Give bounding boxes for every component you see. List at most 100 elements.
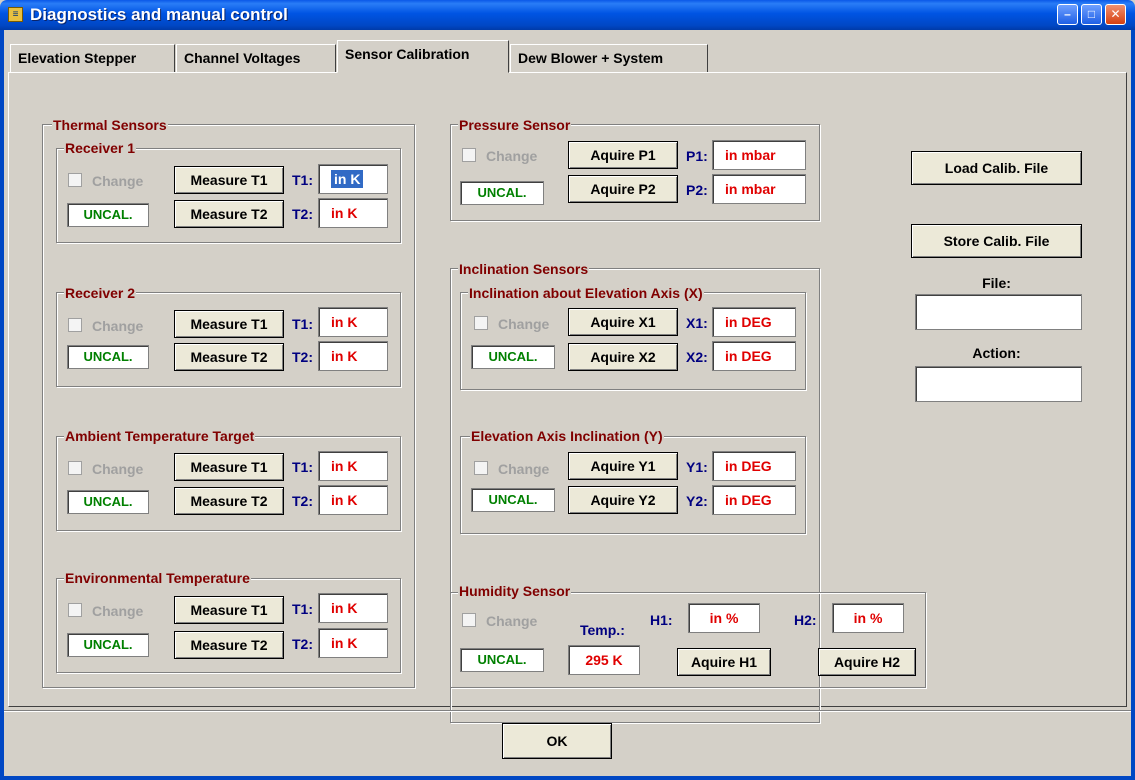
status-badge: UNCAL.: [67, 490, 149, 514]
change-checkbox[interactable]: [68, 173, 82, 187]
action-field[interactable]: [915, 366, 1082, 402]
change-checkbox[interactable]: [68, 461, 82, 475]
t1-value-field[interactable]: in K: [318, 451, 388, 481]
window-frame-left: [0, 30, 4, 780]
measure-t2-button[interactable]: Measure T2: [174, 200, 284, 228]
h1-value-field[interactable]: in %: [688, 603, 760, 633]
minimize-icon[interactable]: –: [1057, 4, 1078, 25]
change-checkbox[interactable]: [474, 316, 488, 330]
inclination-y-title: Elevation Axis Inclination (Y): [470, 428, 664, 444]
store-calib-file-button[interactable]: Store Calib. File: [911, 224, 1082, 258]
bottom-separator: [4, 710, 1131, 712]
h2-label: H2:: [794, 612, 817, 628]
t2-label: T2:: [292, 636, 313, 652]
t2-value-field[interactable]: in K: [318, 198, 388, 228]
temp-value-field[interactable]: 295 K: [568, 645, 640, 675]
status-badge: UNCAL.: [471, 345, 555, 369]
y1-label: Y1:: [686, 459, 708, 475]
t1-label: T1:: [292, 316, 313, 332]
close-icon[interactable]: ✕: [1105, 4, 1126, 25]
measure-t1-button[interactable]: Measure T1: [174, 453, 284, 481]
window-title: Diagnostics and manual control: [30, 5, 288, 24]
t2-label: T2:: [292, 206, 313, 222]
measure-t1-button[interactable]: Measure T1: [174, 310, 284, 338]
tab-dew-blower-system[interactable]: Dew Blower + System: [510, 44, 708, 72]
humidity-sensor-title: Humidity Sensor: [458, 583, 572, 599]
status-badge: UNCAL.: [460, 181, 544, 205]
status-badge: UNCAL.: [471, 488, 555, 512]
status-badge: UNCAL.: [67, 633, 149, 657]
file-label: File:: [982, 275, 1011, 291]
measure-t1-button[interactable]: Measure T1: [174, 166, 284, 194]
change-label: Change: [92, 173, 144, 189]
t1-value-field[interactable]: in K: [318, 307, 388, 337]
change-label: Change: [498, 316, 550, 332]
app-logo-icon: ≡: [8, 7, 23, 22]
t1-label: T1:: [292, 459, 313, 475]
status-badge: UNCAL.: [460, 648, 544, 672]
temp-label: Temp.:: [580, 622, 625, 638]
aquire-h2-button[interactable]: Aquire H2: [818, 648, 916, 676]
inclination-sensors-title: Inclination Sensors: [458, 261, 590, 277]
t2-value-field[interactable]: in K: [318, 341, 388, 371]
ambient-temperature-title: Ambient Temperature Target: [64, 428, 256, 444]
y1-value-field[interactable]: in DEG: [712, 451, 796, 481]
title-bar: ≡ Diagnostics and manual control – □ ✕: [0, 0, 1135, 30]
inclination-x-title: Inclination about Elevation Axis (X): [468, 285, 704, 301]
aquire-p1-button[interactable]: Aquire P1: [568, 141, 678, 169]
t2-label: T2:: [292, 493, 313, 509]
change-checkbox[interactable]: [68, 603, 82, 617]
x2-value-field[interactable]: in DEG: [712, 341, 796, 371]
y2-label: Y2:: [686, 493, 708, 509]
change-label: Change: [92, 461, 144, 477]
aquire-y2-button[interactable]: Aquire Y2: [568, 486, 678, 514]
p2-value-field[interactable]: in mbar: [712, 174, 806, 204]
p1-value-field[interactable]: in mbar: [712, 140, 806, 170]
aquire-y1-button[interactable]: Aquire Y1: [568, 452, 678, 480]
ok-button[interactable]: OK: [502, 723, 612, 759]
file-field[interactable]: [915, 294, 1082, 330]
window-frame-bottom: [0, 776, 1135, 780]
aquire-x1-button[interactable]: Aquire X1: [568, 308, 678, 336]
t1-value-field[interactable]: in K: [318, 593, 388, 623]
change-checkbox[interactable]: [474, 461, 488, 475]
change-label: Change: [92, 603, 144, 619]
change-checkbox[interactable]: [462, 613, 476, 627]
load-calib-file-button[interactable]: Load Calib. File: [911, 151, 1082, 185]
tab-elevation-stepper[interactable]: Elevation Stepper: [10, 44, 175, 72]
measure-t2-button[interactable]: Measure T2: [174, 631, 284, 659]
thermal-sensors-title: Thermal Sensors: [52, 117, 168, 133]
tab-channel-voltages[interactable]: Channel Voltages: [176, 44, 336, 72]
p2-label: P2:: [686, 182, 708, 198]
t2-value-field[interactable]: in K: [318, 485, 388, 515]
tab-sensor-calibration[interactable]: Sensor Calibration: [337, 40, 509, 73]
change-label: Change: [486, 148, 538, 164]
t2-value-field[interactable]: in K: [318, 628, 388, 658]
action-label: Action:: [972, 345, 1021, 361]
measure-t2-button[interactable]: Measure T2: [174, 343, 284, 371]
x1-value-field[interactable]: in DEG: [712, 307, 796, 337]
status-badge: UNCAL.: [67, 345, 149, 369]
maximize-icon[interactable]: □: [1081, 4, 1102, 25]
t1-value-text: in K: [331, 170, 364, 188]
receiver-1-group: [56, 148, 401, 243]
y2-value-field[interactable]: in DEG: [712, 485, 796, 515]
environmental-temperature-title: Environmental Temperature: [64, 570, 251, 586]
measure-t1-button[interactable]: Measure T1: [174, 596, 284, 624]
receiver-1-title: Receiver 1: [64, 140, 137, 156]
p1-label: P1:: [686, 148, 708, 164]
receiver-2-title: Receiver 2: [64, 285, 137, 301]
t1-label: T1:: [292, 172, 313, 188]
change-checkbox[interactable]: [462, 148, 476, 162]
aquire-x2-button[interactable]: Aquire X2: [568, 343, 678, 371]
t1-value-field[interactable]: in K: [318, 164, 388, 194]
t2-label: T2:: [292, 349, 313, 365]
change-checkbox[interactable]: [68, 318, 82, 332]
change-label: Change: [498, 461, 550, 477]
aquire-h1-button[interactable]: Aquire H1: [677, 648, 771, 676]
aquire-p2-button[interactable]: Aquire P2: [568, 175, 678, 203]
h2-value-field[interactable]: in %: [832, 603, 904, 633]
x1-label: X1:: [686, 315, 708, 331]
pressure-sensor-title: Pressure Sensor: [458, 117, 572, 133]
measure-t2-button[interactable]: Measure T2: [174, 487, 284, 515]
